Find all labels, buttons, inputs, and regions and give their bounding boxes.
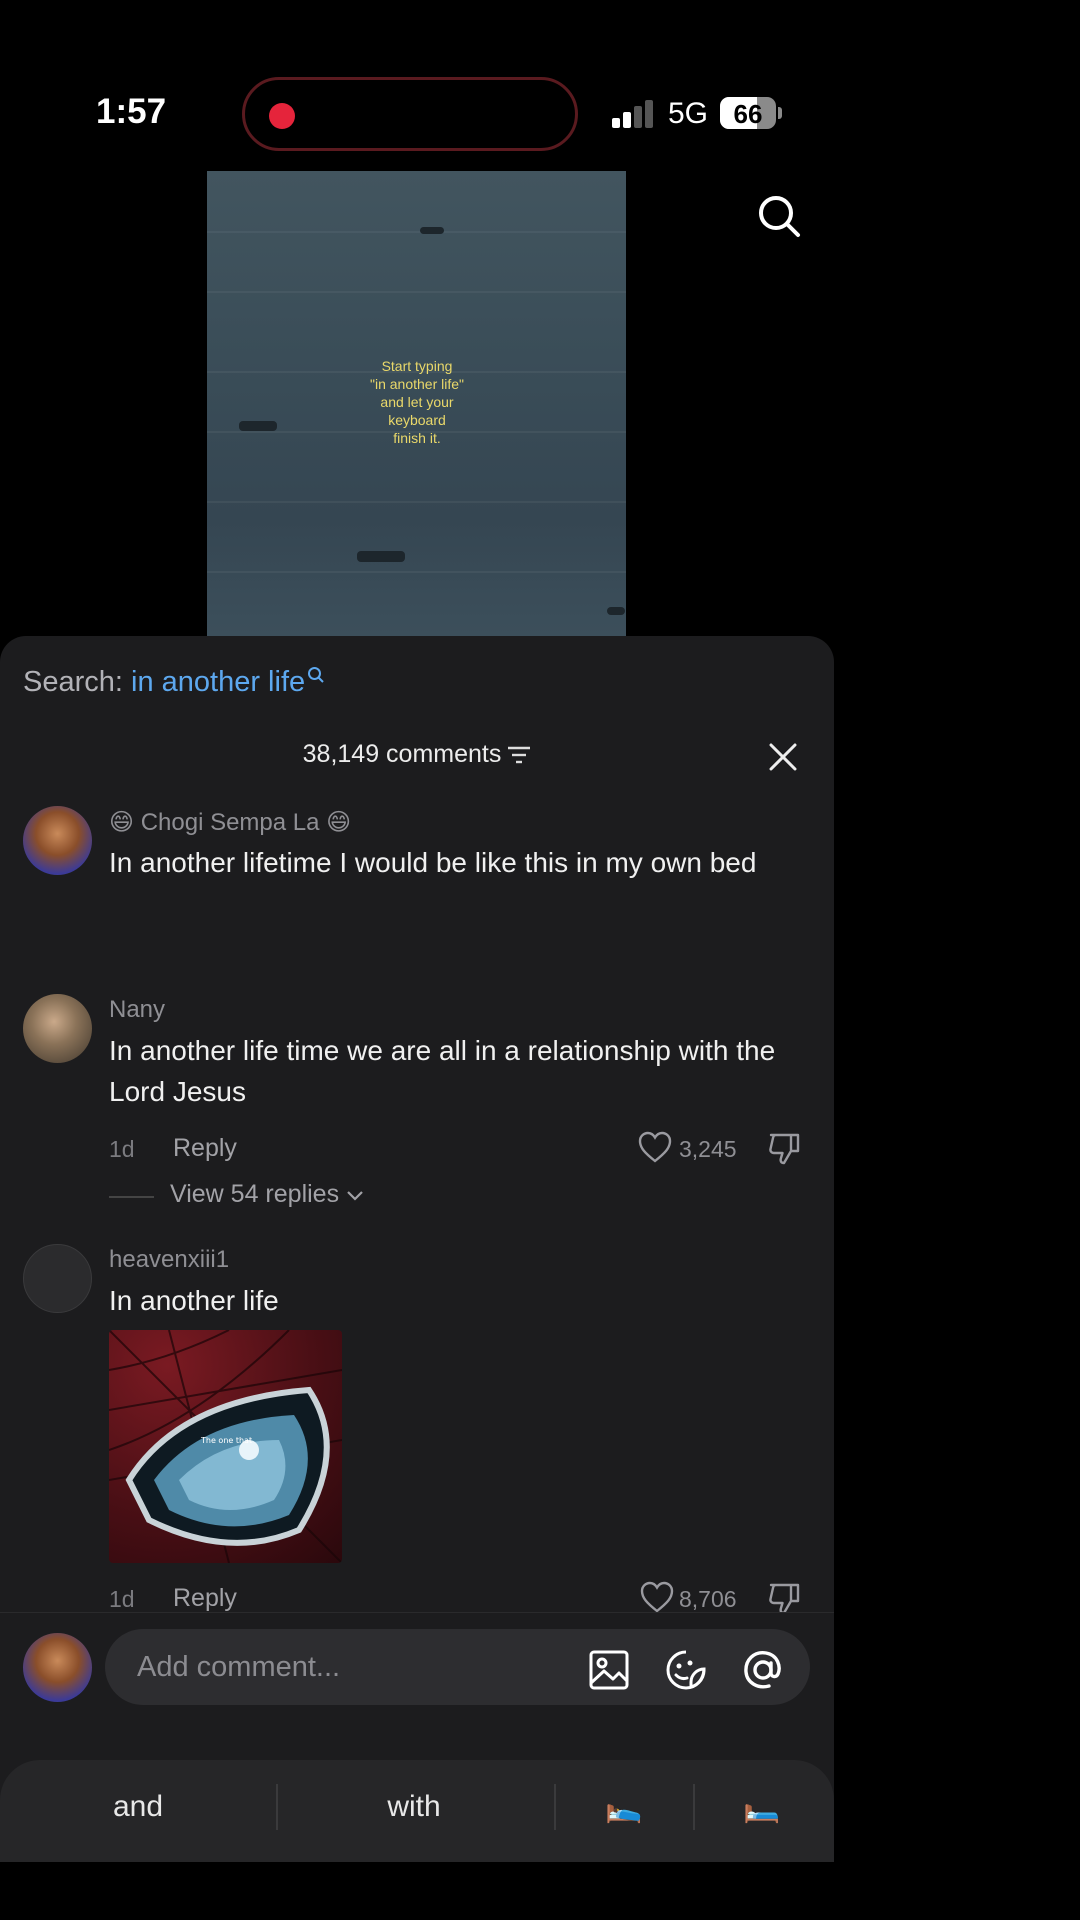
comment-text: In another lifetime I would be like this…	[109, 847, 757, 878]
suggestion-with[interactable]: with	[316, 1790, 512, 1824]
thumbs-down-icon[interactable]	[767, 1130, 803, 1166]
comment-username[interactable]: Nany	[109, 996, 165, 1024]
heart-icon[interactable]	[639, 1580, 675, 1616]
boat	[607, 607, 625, 615]
comment-username[interactable]: 😄 Chogi Sempa La 😄	[109, 808, 351, 837]
at-icon[interactable]	[742, 1649, 784, 1691]
status-bar: 1:57 5G 66	[0, 0, 834, 170]
avatar[interactable]	[23, 806, 92, 875]
like-count: 3,245	[679, 1136, 737, 1162]
battery-icon: 66	[720, 97, 776, 129]
reply-button[interactable]: Reply	[173, 1584, 237, 1613]
keyboard-predictions: and with 🛌 🛏️	[0, 1760, 834, 1862]
search-icon[interactable]	[756, 193, 802, 239]
signal-icon	[612, 100, 656, 128]
avatar[interactable]	[23, 994, 92, 1063]
boat	[357, 551, 405, 562]
battery-level: 66	[733, 99, 763, 129]
boat	[239, 421, 277, 431]
spiderman-eye-image: The one that	[109, 1330, 342, 1563]
comment-username[interactable]: heavenxiii1	[109, 1246, 229, 1274]
image-caption: The one that	[200, 1436, 252, 1445]
dynamic-island	[242, 77, 578, 151]
heart-icon[interactable]	[637, 1130, 673, 1166]
close-icon[interactable]	[766, 740, 800, 774]
battery-tip	[778, 107, 782, 119]
network-type: 5G	[668, 97, 709, 130]
boat	[420, 227, 444, 234]
comment-text: In another life	[109, 1285, 279, 1316]
sticker-icon[interactable]	[665, 1649, 707, 1691]
search-label: Search:	[23, 666, 123, 698]
my-avatar[interactable]	[23, 1633, 92, 1702]
search-term-link[interactable]: in another life	[131, 666, 305, 698]
thumbs-down-icon[interactable]	[767, 1580, 803, 1616]
comment-time: 1d	[109, 1136, 135, 1162]
chevron-down-icon	[347, 1191, 363, 1201]
avatar[interactable]	[23, 1244, 92, 1313]
compose-bar	[0, 1612, 834, 1712]
divider	[554, 1784, 556, 1830]
recording-indicator	[269, 103, 295, 129]
suggestion-bed-emoji[interactable]: 🛌	[578, 1790, 670, 1825]
comment-time: 1d	[109, 1586, 135, 1612]
view-replies-label: View 54 replies	[170, 1180, 364, 1209]
replies-divider	[109, 1196, 154, 1198]
like-count: 8,706	[679, 1586, 737, 1612]
divider	[276, 1784, 278, 1830]
comment-text: In another life time we are all in a rel…	[109, 1035, 776, 1107]
reply-button[interactable]: Reply	[173, 1134, 237, 1163]
comment-actions: 1d Reply 3,245	[109, 1128, 809, 1168]
suggestion-bed-emoji-2[interactable]: 🛏️	[716, 1790, 808, 1825]
image-icon[interactable]	[588, 1649, 630, 1691]
video-player[interactable]: Start typing "in another life" and let y…	[207, 171, 626, 636]
keyboard-keys-edge	[0, 1862, 834, 1920]
comment-image[interactable]: The one that	[109, 1330, 342, 1563]
comments-count-header[interactable]: 38,149 comments	[0, 740, 834, 769]
suggestion-and[interactable]: and	[40, 1790, 236, 1824]
divider	[693, 1784, 695, 1830]
sort-lines-icon[interactable]	[507, 745, 531, 765]
search-suggestion[interactable]: Search: in another life	[23, 666, 325, 699]
status-time: 1:57	[96, 92, 167, 131]
video-caption: Start typing "in another life" and let y…	[370, 358, 464, 446]
search-small-icon	[308, 667, 324, 683]
